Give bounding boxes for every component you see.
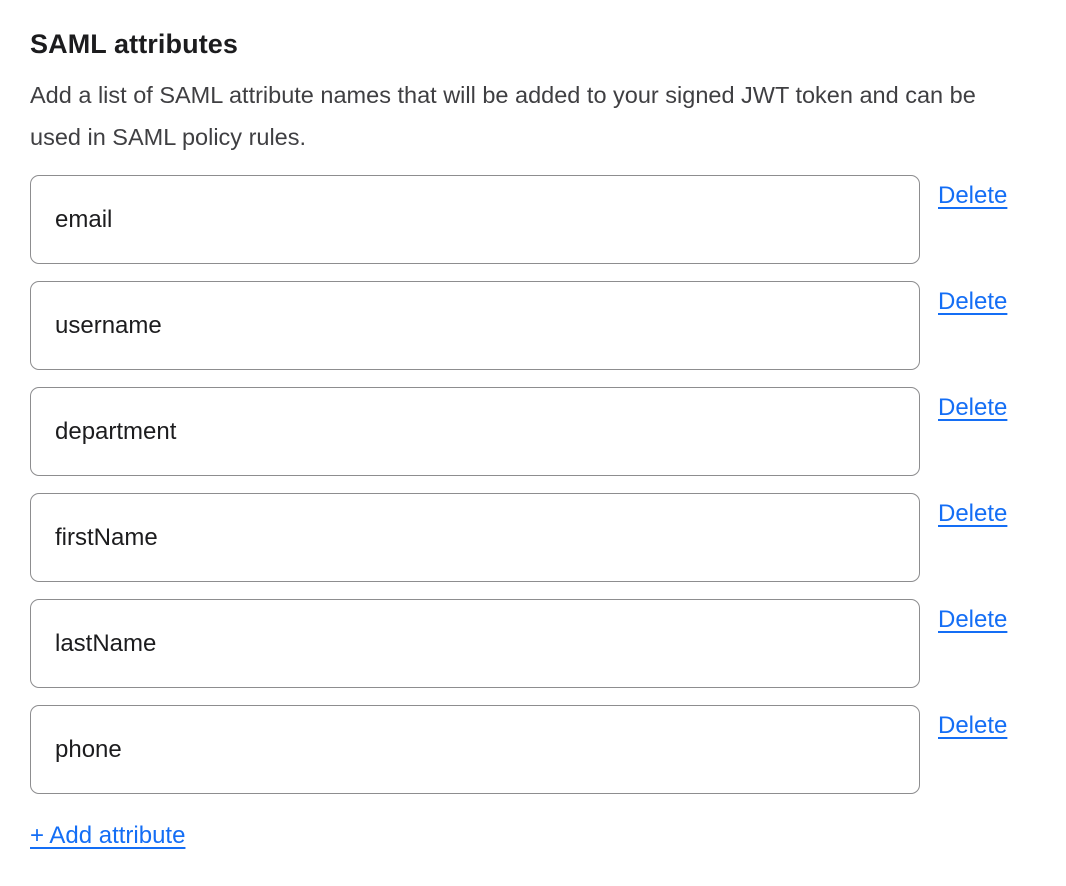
attribute-row: Delete [30, 175, 1066, 264]
section-title: SAML attributes [30, 28, 1066, 61]
section-description: Add a list of SAML attribute names that … [30, 74, 1030, 158]
attribute-name-input[interactable] [30, 493, 920, 582]
attribute-name-input[interactable] [30, 705, 920, 794]
attribute-row: Delete [30, 281, 1066, 370]
attribute-row: Delete [30, 493, 1066, 582]
attribute-name-input[interactable] [30, 599, 920, 688]
saml-attributes-section: SAML attributes Add a list of SAML attri… [0, 0, 1066, 850]
attribute-list: Delete Delete Delete Delete Delete Delet… [30, 175, 1066, 794]
attribute-row: Delete [30, 387, 1066, 476]
delete-attribute-link[interactable]: Delete [938, 394, 1007, 422]
add-attribute-link[interactable]: + Add attribute [30, 822, 185, 850]
attribute-name-input[interactable] [30, 281, 920, 370]
attribute-row: Delete [30, 705, 1066, 794]
delete-attribute-link[interactable]: Delete [938, 182, 1007, 210]
delete-attribute-link[interactable]: Delete [938, 288, 1007, 316]
attribute-row: Delete [30, 599, 1066, 688]
attribute-name-input[interactable] [30, 387, 920, 476]
attribute-name-input[interactable] [30, 175, 920, 264]
delete-attribute-link[interactable]: Delete [938, 712, 1007, 740]
delete-attribute-link[interactable]: Delete [938, 606, 1007, 634]
delete-attribute-link[interactable]: Delete [938, 500, 1007, 528]
